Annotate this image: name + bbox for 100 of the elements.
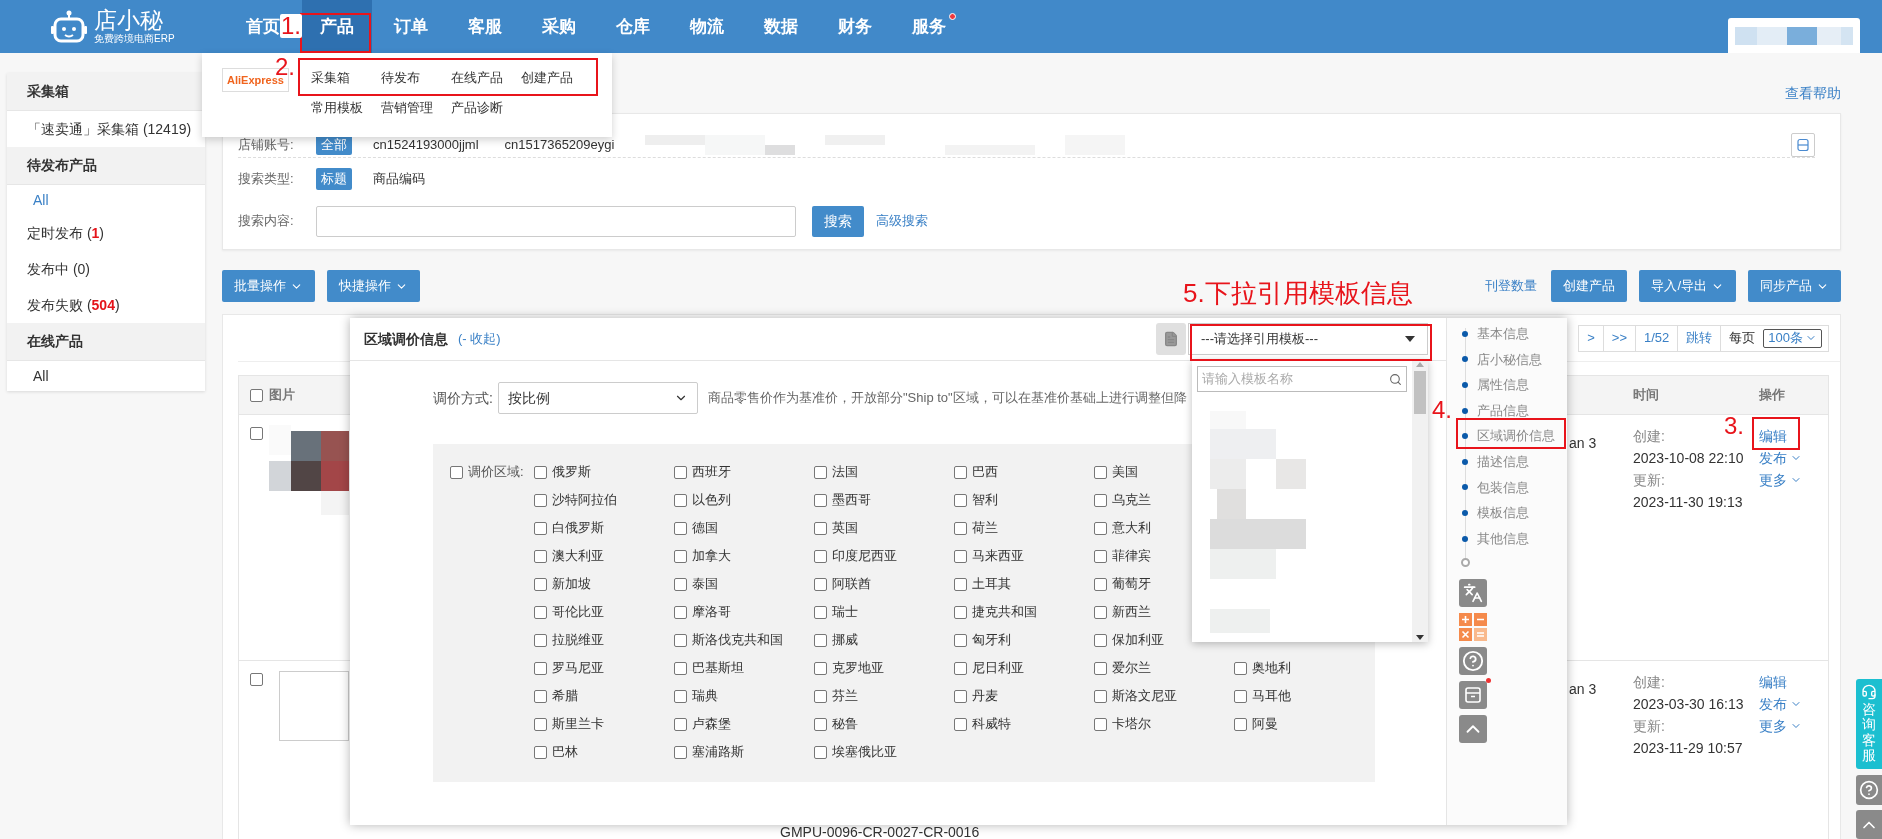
checkbox[interactable] (1094, 661, 1107, 675)
checkbox[interactable] (534, 465, 547, 479)
menu-item[interactable]: 创建产品 (520, 68, 591, 88)
checkbox[interactable] (250, 388, 263, 402)
section-link[interactable]: 模板信息 (1477, 503, 1529, 523)
pagination-button[interactable]: >> (1603, 325, 1636, 351)
search-button[interactable]: 搜索 (812, 205, 864, 237)
calculator-icon[interactable] (1459, 613, 1487, 642)
action-link[interactable]: 更多 (1759, 715, 1802, 737)
checkbox[interactable] (674, 633, 687, 647)
checkbox[interactable] (814, 633, 827, 647)
checkbox[interactable] (954, 521, 967, 535)
nav-tab[interactable]: 物流 (690, 0, 724, 53)
checkbox[interactable] (534, 717, 547, 731)
template-search-input[interactable]: 请输入模板名称 (1202, 369, 1389, 389)
checkbox[interactable] (954, 465, 967, 479)
menu-item[interactable]: 在线产品 (450, 68, 521, 88)
sidebar-item[interactable]: 「速卖通」采集箱 (12419) (7, 111, 205, 147)
checkbox[interactable] (814, 493, 827, 507)
checkbox[interactable] (534, 745, 547, 759)
price-mode-select[interactable]: 按比例 (498, 382, 698, 414)
checkbox[interactable] (954, 577, 967, 591)
checkbox[interactable] (674, 577, 687, 591)
help-button[interactable] (1459, 647, 1487, 676)
checkbox[interactable] (674, 465, 687, 479)
checkbox[interactable] (534, 633, 547, 647)
checkbox[interactable] (534, 549, 547, 563)
checkbox[interactable] (674, 549, 687, 563)
checkbox[interactable] (674, 521, 687, 535)
checkbox[interactable] (534, 661, 547, 675)
section-link[interactable]: 基本信息 (1477, 324, 1529, 344)
checkbox[interactable] (814, 717, 827, 731)
checkbox[interactable] (674, 717, 687, 731)
checkbox[interactable] (954, 661, 967, 675)
nav-tab[interactable]: 数据 (764, 0, 798, 53)
nav-tab[interactable]: 订单 (394, 0, 428, 53)
action-link[interactable]: 发布 (1759, 693, 1802, 715)
collapse-link[interactable]: (- 收起) (458, 329, 501, 349)
checkbox[interactable] (674, 661, 687, 675)
template-select[interactable]: ---请选择引用模板--- (1188, 323, 1428, 355)
menu-item[interactable]: 常用模板 (310, 97, 381, 117)
collapse-button[interactable] (1791, 132, 1815, 157)
section-link[interactable]: 其他信息 (1477, 528, 1529, 549)
toolbar-button[interactable]: 创建产品 (1551, 270, 1628, 302)
sidebar-item[interactable]: 定时发布 (1) (7, 215, 205, 251)
dropdown-button[interactable]: 快捷操作 (327, 270, 420, 302)
checkbox[interactable] (954, 493, 967, 507)
checkbox[interactable] (534, 689, 547, 703)
checkbox[interactable] (450, 465, 463, 479)
action-link[interactable]: 编辑 (1759, 425, 1787, 447)
help-button[interactable] (1856, 775, 1882, 805)
advanced-search-link[interactable]: 高级搜索 (876, 211, 928, 231)
checkbox[interactable] (1094, 521, 1107, 535)
action-link[interactable]: 更多 (1759, 469, 1802, 491)
sidebar-item[interactable]: All (7, 361, 205, 391)
checkbox[interactable] (1234, 661, 1247, 675)
checkbox[interactable] (1094, 465, 1107, 479)
pagination-button[interactable]: > (1579, 325, 1604, 351)
menu-item[interactable]: 采集箱 (310, 68, 381, 88)
action-link[interactable]: 发布 (1759, 447, 1802, 469)
nav-tab[interactable]: 仓库 (616, 0, 650, 53)
action-link[interactable]: 编辑 (1759, 671, 1787, 693)
section-link[interactable]: 店小秘信息 (1477, 349, 1542, 370)
checkbox[interactable] (814, 549, 827, 563)
nav-tab[interactable]: 产品 (302, 0, 372, 53)
toolbar-button[interactable]: 导入/导出 (1639, 270, 1736, 302)
checkbox[interactable] (534, 605, 547, 619)
checkbox[interactable] (954, 689, 967, 703)
checkbox[interactable] (1234, 689, 1247, 703)
checkbox[interactable] (814, 605, 827, 619)
section-link[interactable]: 属性信息 (1477, 375, 1529, 395)
nav-tab[interactable]: 首页 (246, 0, 280, 53)
checkbox[interactable] (954, 549, 967, 563)
checkbox[interactable] (954, 633, 967, 647)
scroll-top-button[interactable] (1459, 715, 1487, 744)
checkbox[interactable] (1094, 493, 1107, 507)
template-button[interactable] (1156, 323, 1186, 355)
checkbox[interactable] (250, 427, 263, 440)
translate-button[interactable] (1459, 579, 1487, 608)
checkbox[interactable] (674, 605, 687, 619)
checkbox[interactable] (1094, 633, 1107, 647)
help-link[interactable]: 查看帮助 (1785, 82, 1841, 104)
template-search-field[interactable]: 请输入模板名称 (1197, 366, 1407, 392)
scroll-top-button[interactable] (1856, 810, 1882, 839)
section-link[interactable]: 描述信息 (1477, 452, 1529, 472)
checkbox[interactable] (1094, 549, 1107, 563)
checkbox[interactable] (814, 577, 827, 591)
nav-tab[interactable]: 财务 (838, 0, 872, 53)
pagination-button[interactable]: 跳转 (1678, 325, 1722, 351)
checkbox[interactable] (250, 673, 263, 686)
section-link[interactable]: 产品信息 (1477, 400, 1529, 421)
checkbox[interactable] (534, 493, 547, 507)
nav-tab[interactable]: 客服 (468, 0, 502, 53)
sidebar-item[interactable]: 发布失败 (504) (7, 287, 205, 323)
checkbox[interactable] (1234, 717, 1247, 731)
checkbox[interactable] (674, 689, 687, 703)
filter-option[interactable]: cn1524193000jjml (368, 133, 484, 156)
checkbox[interactable] (534, 521, 547, 535)
search-field[interactable] (316, 205, 796, 237)
checkbox[interactable] (1094, 717, 1107, 731)
